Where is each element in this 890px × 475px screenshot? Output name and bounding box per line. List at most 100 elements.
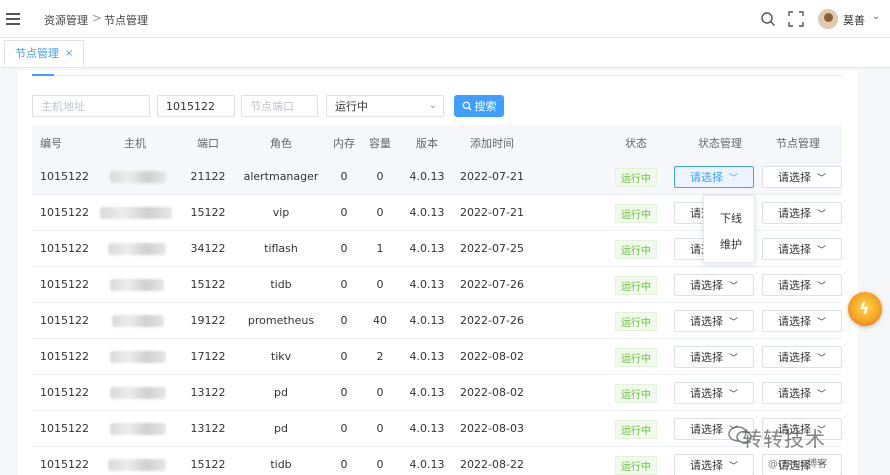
port-input[interactable]: 节点端口 bbox=[241, 95, 318, 117]
cell-version: 4.0.13 bbox=[409, 278, 445, 291]
breadcrumb-resource[interactable]: 资源管理 bbox=[44, 12, 88, 28]
host-redacted bbox=[108, 459, 166, 471]
cell-capacity: 0 bbox=[376, 170, 384, 183]
status-badge: 运行中 bbox=[615, 420, 657, 439]
cell-role: pd bbox=[274, 422, 288, 435]
tab-node-management[interactable]: 节点管理 × bbox=[4, 40, 85, 66]
state-management-select[interactable]: 请选择 ﹀ bbox=[674, 166, 754, 188]
chevron-down-icon: ﹀ bbox=[728, 461, 738, 472]
cell-version: 4.0.13 bbox=[409, 386, 445, 399]
menu-icon[interactable] bbox=[6, 13, 20, 25]
host-redacted bbox=[110, 387, 166, 399]
user-name[interactable]: 莫善 bbox=[843, 12, 865, 28]
host-input[interactable]: 主机地址 bbox=[32, 95, 150, 117]
lightning-icon: ϟ bbox=[859, 299, 870, 318]
cell-port: 15122 bbox=[190, 458, 226, 471]
column-header: 容量 bbox=[369, 137, 391, 150]
column-header: 内存 bbox=[333, 137, 355, 150]
cell-version: 4.0.13 bbox=[409, 242, 445, 255]
cell-role: tikv bbox=[270, 350, 292, 363]
status-badge: 运行中 bbox=[615, 312, 657, 331]
select-value: 请选择 bbox=[689, 423, 723, 436]
close-icon[interactable]: × bbox=[65, 48, 73, 59]
cell-added-time: 2022-08-02 bbox=[460, 386, 524, 399]
cell-capacity: 0 bbox=[376, 458, 384, 471]
node-management-select[interactable]: 请选择 ﹀ bbox=[762, 274, 842, 296]
node-management-select[interactable]: 请选择 ﹀ bbox=[762, 238, 842, 260]
state-dropdown-menu: 下线 维护 bbox=[703, 195, 755, 263]
cell-added-time: 2022-08-02 bbox=[460, 350, 524, 363]
cell-added-time: 2022-07-25 bbox=[460, 242, 524, 255]
column-header: 编号 bbox=[40, 137, 62, 150]
cell-version: 4.0.13 bbox=[409, 458, 445, 471]
cell-capacity: 40 bbox=[373, 314, 387, 327]
cell-version: 4.0.13 bbox=[409, 170, 445, 183]
table-row: 1015122 17122 tikv 0 2 4.0.13 2022-08-02 运行中 请选择… bbox=[32, 339, 842, 375]
chevron-down-icon: ﹀ bbox=[816, 353, 826, 364]
host-redacted bbox=[100, 207, 172, 219]
column-header: 状态管理 bbox=[698, 137, 742, 150]
floating-help-button[interactable]: ϟ bbox=[848, 292, 882, 326]
column-header: 端口 bbox=[197, 137, 219, 150]
column-header: 角色 bbox=[270, 137, 292, 150]
state-management-select[interactable]: 请选择 ﹀ bbox=[674, 310, 754, 332]
cell-added-time: 2022-07-26 bbox=[460, 314, 524, 327]
select-value: 请选择 bbox=[777, 243, 811, 256]
state-management-select[interactable]: 请选择 ﹀ bbox=[674, 382, 754, 404]
node-management-select[interactable]: 请选择 ﹀ bbox=[762, 310, 842, 332]
state-management-select[interactable]: 请选择 ﹀ bbox=[674, 454, 754, 475]
state-management-select[interactable]: 请选择 ﹀ bbox=[674, 274, 754, 296]
cell-memory: 0 bbox=[340, 170, 348, 183]
breadcrumb-separator: > bbox=[92, 11, 103, 25]
cell-id: 1015122 bbox=[40, 386, 89, 399]
cell-id: 1015122 bbox=[40, 458, 89, 471]
cell-role: vip bbox=[272, 206, 290, 219]
cell-memory: 0 bbox=[340, 422, 348, 435]
divider bbox=[32, 75, 842, 76]
chevron-down-icon: ﹀ bbox=[816, 317, 826, 328]
cell-memory: 0 bbox=[340, 242, 348, 255]
select-value: 请选择 bbox=[777, 171, 811, 184]
select-value: 请选择 bbox=[689, 171, 723, 184]
search-button[interactable]: 搜索 bbox=[454, 95, 504, 117]
search-icon bbox=[462, 101, 472, 111]
avatar[interactable] bbox=[818, 9, 838, 29]
cell-capacity: 2 bbox=[376, 350, 384, 363]
chevron-down-icon: ﹀ bbox=[728, 353, 738, 364]
chevron-down-icon[interactable]: ⌄ bbox=[872, 11, 880, 22]
chevron-down-icon: ﹀ bbox=[728, 317, 738, 328]
select-value: 请选择 bbox=[689, 315, 723, 328]
chevron-down-icon: ﹀ bbox=[816, 389, 826, 400]
chevron-down-icon: ﹀ bbox=[816, 245, 826, 256]
select-value: 请选择 bbox=[777, 279, 811, 292]
status-select[interactable]: 运行中 ⌄ bbox=[326, 95, 444, 117]
cell-port: 34122 bbox=[190, 242, 226, 255]
column-header: 状态 bbox=[625, 137, 647, 150]
node-management-select[interactable]: 请选择 ﹀ bbox=[762, 346, 842, 368]
cell-version: 4.0.13 bbox=[409, 350, 445, 363]
select-value: 请选择 bbox=[777, 387, 811, 400]
cluster-input[interactable]: 1015122 bbox=[157, 95, 235, 117]
cell-port: 15122 bbox=[190, 206, 226, 219]
cell-role: tidb bbox=[270, 278, 292, 291]
cell-memory: 0 bbox=[340, 386, 348, 399]
cell-added-time: 2022-07-26 bbox=[460, 278, 524, 291]
cell-added-time: 2022-08-22 bbox=[460, 458, 524, 471]
tab-label: 节点管理 bbox=[15, 47, 59, 60]
node-management-select[interactable]: 请选择 ﹀ bbox=[762, 382, 842, 404]
state-management-select[interactable]: 请选择 ﹀ bbox=[674, 346, 754, 368]
cell-memory: 0 bbox=[340, 350, 348, 363]
cell-version: 4.0.13 bbox=[409, 206, 445, 219]
search-icon[interactable] bbox=[760, 11, 776, 27]
select-value: 请选择 bbox=[689, 459, 723, 472]
fullscreen-icon[interactable] bbox=[788, 11, 804, 27]
node-management-select[interactable]: 请选择 ﹀ bbox=[762, 166, 842, 188]
table-row: 1015122 21122 alertmanager 0 0 4.0.13 2022-07-… bbox=[32, 159, 842, 195]
menu-item-offline[interactable]: 下线 bbox=[720, 210, 742, 226]
menu-item-maintenance[interactable]: 维护 bbox=[720, 236, 742, 252]
node-management-select[interactable]: 请选择 ﹀ bbox=[762, 202, 842, 224]
column-header: 版本 bbox=[416, 137, 438, 150]
status-badge: 运行中 bbox=[615, 168, 657, 187]
chevron-down-icon: ﹀ bbox=[728, 173, 738, 184]
column-header: 主机 bbox=[124, 137, 146, 150]
